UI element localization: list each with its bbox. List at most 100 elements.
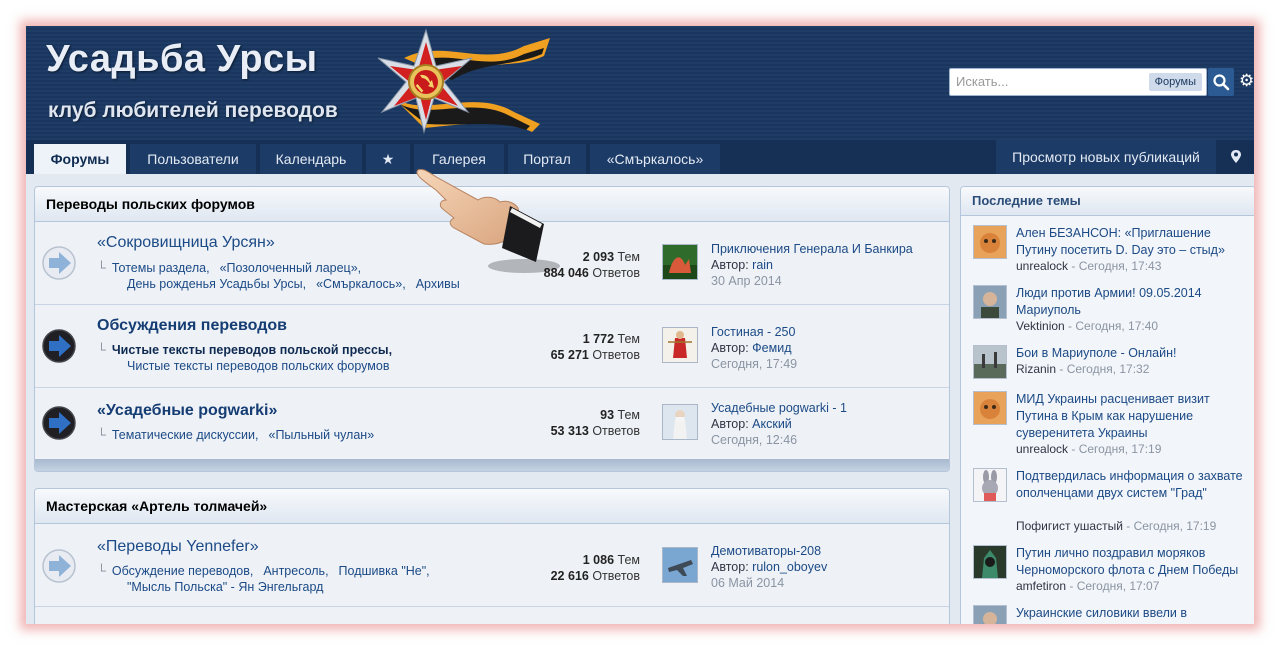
topic-author[interactable]: amfetiron — [1016, 579, 1066, 593]
forum-read-icon — [42, 549, 76, 583]
topic-meta: Rizanin - Сегодня, 17:32 — [1016, 362, 1252, 376]
avatar[interactable] — [973, 225, 1007, 259]
site-subtitle: клуб любителей переводов — [48, 99, 338, 122]
subforum-link[interactable]: Обсуждение переводов, — [112, 564, 253, 578]
category-title[interactable]: Мастерская «Артель толмачей» — [35, 489, 949, 524]
topics-label: Тем — [617, 553, 640, 567]
meta-separator: - — [1056, 362, 1067, 376]
subforum-link[interactable]: Чистые тексты переводов польской прессы, — [112, 343, 392, 357]
tab-calendar[interactable]: Календарь — [260, 144, 362, 174]
subforum-link[interactable]: Тотемы раздела, — [112, 261, 210, 275]
avatar[interactable] — [973, 468, 1007, 502]
subforum-list: └ Чистые тексты переводов польской прессы… — [97, 342, 537, 374]
last-post-author[interactable]: Фемид — [752, 341, 791, 355]
topic-title[interactable]: МИД Украины расценивает визит Путина в К… — [1016, 391, 1252, 442]
avatar[interactable] — [973, 285, 1007, 319]
subforum-link[interactable]: Чистые тексты переводов польских форумов — [127, 359, 389, 373]
avatar[interactable] — [973, 545, 1007, 579]
topics-count: 1 086 — [582, 553, 615, 567]
topic-author[interactable]: Пофигист ушастый — [1016, 519, 1123, 533]
meta-separator: - — [1068, 442, 1079, 456]
map-pin-icon[interactable] — [1224, 140, 1248, 174]
avatar[interactable] — [973, 605, 1007, 624]
topic-title[interactable]: Подтвердилась информация о захвате ополч… — [1016, 468, 1252, 502]
forum-unread-icon — [42, 406, 76, 440]
branch-glyph: └ — [97, 428, 106, 442]
topics-count: 93 — [600, 408, 615, 422]
site-title[interactable]: Усадьба Урсы — [46, 38, 318, 81]
last-post-title[interactable]: Приключения Генерала И Банкира — [711, 241, 913, 257]
last-post-date: Сегодня, 12:46 — [711, 433, 798, 447]
last-post-thumbnail[interactable] — [662, 404, 698, 440]
forum-title[interactable]: «Усадебные pogwarki» — [97, 402, 277, 420]
topics-label: Тем — [617, 332, 640, 346]
last-post-thumbnail[interactable] — [662, 244, 698, 280]
search-box: Форумы — [949, 68, 1207, 96]
forum-title[interactable]: Обсуждения переводов — [97, 317, 287, 335]
pointer-hand-cursor-icon — [416, 169, 560, 273]
topics-count: 2 093 — [582, 250, 615, 264]
topic-author[interactable]: unrealock — [1016, 442, 1068, 456]
tab-forums[interactable]: Форумы — [34, 144, 126, 174]
last-post-date: 30 Апр 2014 — [711, 274, 782, 288]
topic-title[interactable]: Украинские силовики ввели в — [1016, 605, 1252, 622]
subforum-link[interactable]: День рожденья Усадьбы Урсы, — [127, 277, 306, 291]
last-post-date: 06 Май 2014 — [711, 576, 785, 590]
browser-viewport: Усадьба Урсы клуб любителей переводов Фо… — [26, 26, 1254, 624]
tab-users[interactable]: Пользователи — [130, 144, 256, 174]
last-post-author[interactable]: rulon_oboyev — [752, 560, 827, 574]
last-post-info: Усадебные pogwarki - 1 Автор: Акский Сег… — [711, 400, 847, 448]
forum-read-icon — [42, 246, 76, 280]
topic-author[interactable]: unrealock — [1016, 259, 1068, 273]
avatar[interactable] — [973, 345, 1007, 379]
subforum-link[interactable]: "Мысль Польска" - Ян Энгельгард — [127, 580, 323, 594]
view-new-content-link[interactable]: Просмотр новых публикаций — [996, 140, 1216, 174]
subforum-link[interactable]: Тематические дискуссии, — [112, 428, 259, 442]
subforum-link[interactable]: Архивы — [416, 277, 460, 291]
last-post-thumbnail[interactable] — [662, 547, 698, 583]
avatar[interactable] — [973, 391, 1007, 425]
topic-title[interactable]: Люди против Армии! 09.05.2014 Мариуполь — [1016, 285, 1252, 319]
last-post-title[interactable]: Усадебные pogwarki - 1 — [711, 400, 847, 416]
tab-smerkalos[interactable]: «Смъркалось» — [590, 144, 720, 174]
forum-title[interactable]: «Сокровищница Урсян» — [97, 234, 275, 252]
replies-count: 22 616 — [550, 569, 589, 583]
subforum-link[interactable]: «Позолоченный ларец», — [220, 261, 362, 275]
forum-title[interactable]: «Переводы Yennefer» — [97, 538, 259, 556]
last-post-author[interactable]: Акский — [752, 417, 792, 431]
forum-row: Обсуждения переводов └ Чистые тексты пере… — [35, 305, 949, 388]
subforum-link[interactable]: «Смъркалось», — [316, 277, 406, 291]
search-icon — [1213, 74, 1230, 91]
subforum-link[interactable]: Антресоль, — [263, 564, 328, 578]
topic-author[interactable]: Rizanin — [1016, 362, 1056, 376]
topic-title[interactable]: Бои в Мариуполе - Онлайн! — [1016, 345, 1252, 362]
subforum-link[interactable]: «Пыльный чулан» — [269, 428, 375, 442]
topic-date: Сегодня, 17:19 — [1078, 442, 1162, 456]
search-scope-selector[interactable]: Форумы — [1148, 73, 1202, 91]
sidebar-title: Последние темы — [961, 187, 1254, 216]
meta-separator: - — [1068, 259, 1079, 273]
gear-icon[interactable]: ⚙ — [1239, 72, 1254, 90]
branch-glyph: └ — [97, 564, 106, 578]
last-post-thumbnail[interactable] — [662, 327, 698, 363]
branch-glyph: └ — [97, 261, 106, 275]
tab-favorites-star[interactable]: ★ — [366, 144, 410, 174]
subforum-link[interactable]: Подшивка "Не", — [339, 564, 430, 578]
topic-author[interactable]: Vektinion — [1016, 319, 1065, 333]
last-post-title[interactable]: Гостиная - 250 — [711, 324, 797, 340]
topic-title[interactable]: Путин лично поздравил моряков Черноморск… — [1016, 545, 1252, 579]
last-post-author[interactable]: rain — [752, 258, 773, 272]
last-post-title[interactable]: Демотиваторы-208 — [711, 543, 827, 559]
forum-stats: 1 086 Тем 22 616 Ответов — [475, 552, 640, 584]
topics-count: 1 772 — [582, 332, 615, 346]
main-navigation: Форумы Пользователи Календарь ★ Галерея … — [26, 140, 1254, 174]
author-label: Автор: — [711, 341, 749, 355]
author-label: Автор: — [711, 258, 749, 272]
replies-label: Ответов — [592, 569, 640, 583]
search-button[interactable] — [1208, 68, 1234, 96]
topics-label: Тем — [617, 408, 640, 422]
search-input[interactable] — [950, 69, 1152, 93]
topic-title[interactable]: Ален БЕЗАНСОН: «Приглашение Путину посет… — [1016, 225, 1252, 259]
forum-row — [35, 607, 949, 624]
topic-meta: unrealock - Сегодня, 17:43 — [1016, 259, 1252, 273]
